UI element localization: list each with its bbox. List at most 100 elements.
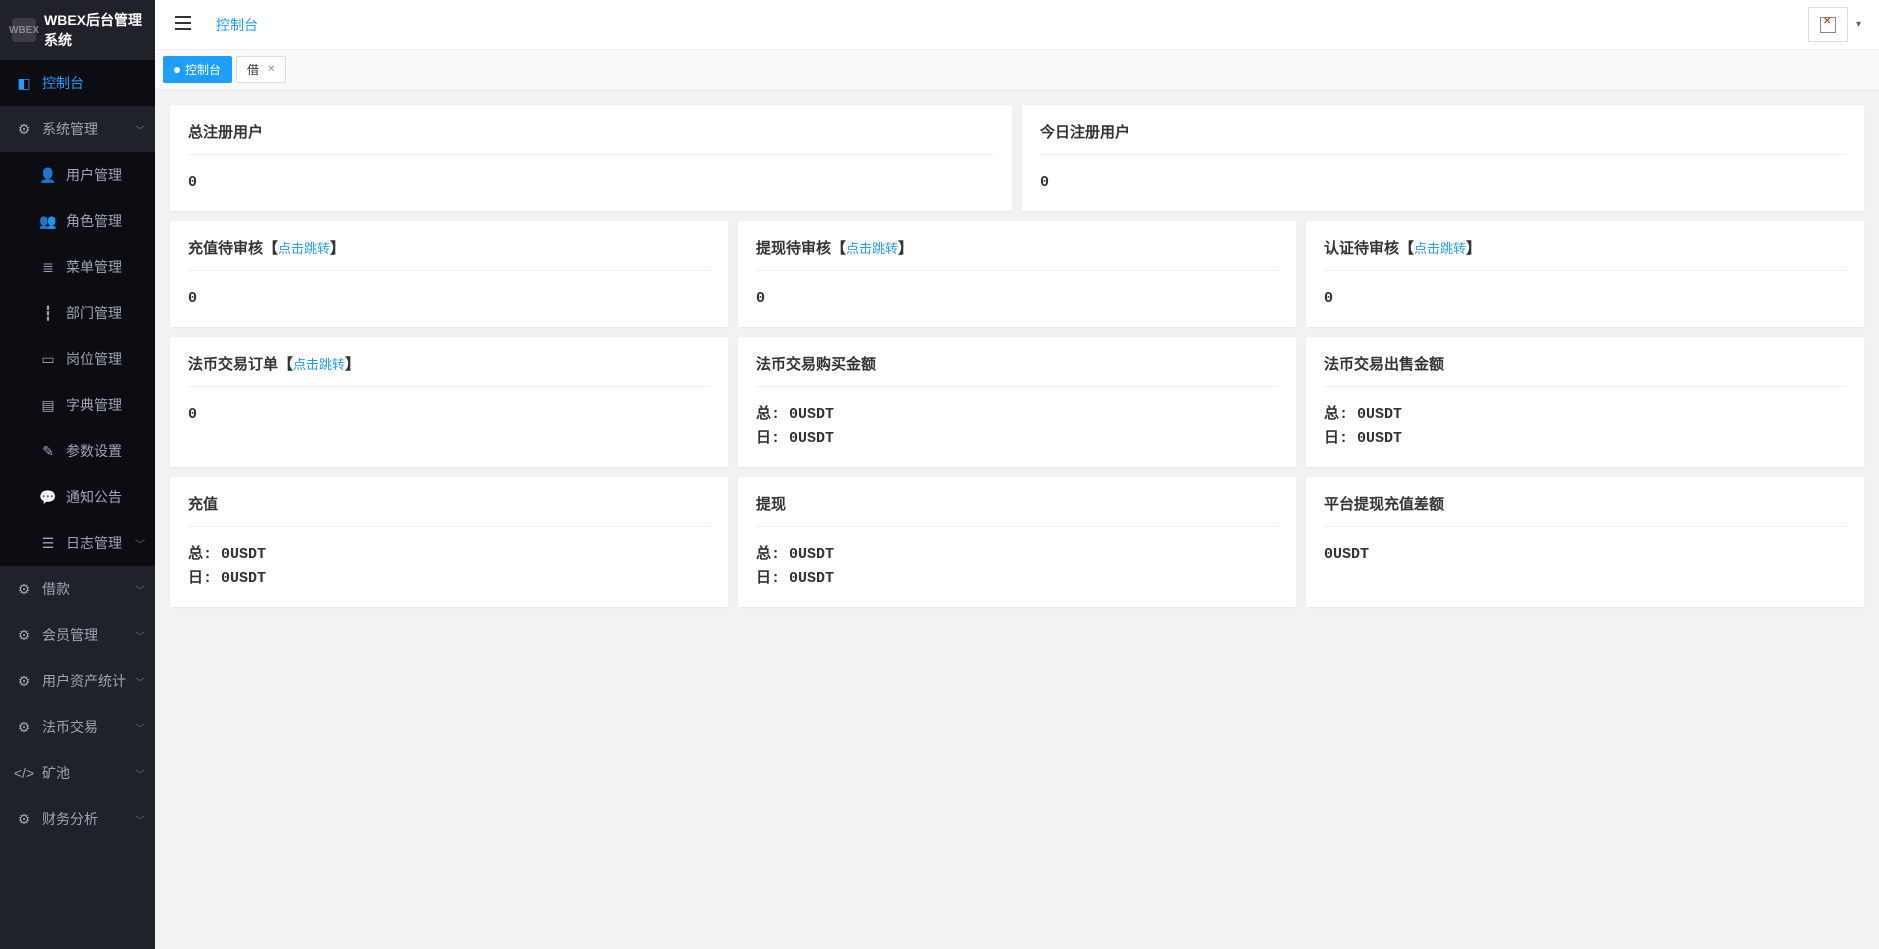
jump-link[interactable]: 点击跳转 [293, 357, 345, 372]
card-value: 总: 0USDT 日: 0USDT [756, 543, 1278, 591]
value-line: 总: 0USDT [1324, 403, 1846, 427]
user-avatar[interactable] [1808, 7, 1848, 42]
sitemap-icon: ┇ [40, 305, 56, 322]
main-area: 控制台 ▾ 控制台 借 ✕ 总注册用户 [155, 0, 1879, 949]
card-title-text: 认证待审核 [1324, 240, 1399, 257]
code-icon: </> [16, 765, 32, 781]
card-fiat-sell: 法币交易出售金额 总: 0USDT 日: 0USDT [1306, 337, 1864, 467]
dashboard-row-2: 充值待审核【点击跳转】 0 提现待审核【点击跳转】 0 认证待审核【点击跳转】 … [170, 221, 1864, 327]
bracket: 【 [278, 356, 293, 373]
jump-link[interactable]: 点击跳转 [846, 241, 898, 256]
sidebar-menu: ◧ 控制台 ⚙ 系统管理 ﹀ 👤 用户管理 👥 角色管理 ≣ 菜单管理 ┇ [0, 60, 155, 949]
app-logo: WBEX WBEX后台管理系统 [0, 0, 155, 60]
sidebar-toggle-button[interactable] [165, 10, 201, 39]
jump-link[interactable]: 点击跳转 [1414, 241, 1466, 256]
bracket: 】 [330, 240, 345, 257]
id-icon: ▭ [40, 351, 56, 368]
dashboard-row-1: 总注册用户 0 今日注册用户 0 [170, 105, 1864, 211]
sidebar-item-label: 菜单管理 [66, 257, 122, 277]
value-line: 日: 0USDT [756, 427, 1278, 451]
card-value: 0 [188, 287, 710, 311]
sidebar-item-label: 财务分析 [42, 809, 98, 829]
chevron-down-icon: ﹀ [135, 812, 145, 827]
card-value: 0 [188, 171, 994, 195]
value-line: 0 [188, 403, 710, 427]
close-icon[interactable]: ✕ [267, 64, 275, 75]
sidebar-item-system[interactable]: ⚙ 系统管理 ﹀ [0, 106, 155, 152]
sidebar-item-label: 角色管理 [66, 211, 122, 231]
sidebar-item-pool[interactable]: </> 矿池 ﹀ [0, 750, 155, 796]
bracket: 【 [1399, 240, 1414, 257]
sidebar-item-dict[interactable]: ▤ 字典管理 [0, 382, 155, 428]
jump-link[interactable]: 点击跳转 [278, 241, 330, 256]
card-today-users: 今日注册用户 0 [1022, 105, 1864, 211]
sidebar-item-dept[interactable]: ┇ 部门管理 [0, 290, 155, 336]
card-title: 法币交易购买金额 [756, 353, 1278, 387]
value-line: 总: 0USDT [188, 543, 710, 567]
gear-icon: ⚙ [16, 673, 32, 690]
chevron-down-icon: ﹀ [135, 536, 145, 551]
card-fiat-buy: 法币交易购买金额 总: 0USDT 日: 0USDT [738, 337, 1296, 467]
bracket: 【 [831, 240, 846, 257]
chevron-down-icon: ﹀ [135, 674, 145, 689]
chevron-down-icon: ﹀ [135, 766, 145, 781]
gear-icon: ⚙ [16, 719, 32, 736]
card-title: 充值 [188, 493, 710, 527]
sidebar-item-asset[interactable]: ⚙ 用户资产统计 ﹀ [0, 658, 155, 704]
tab-active-dot-icon [174, 67, 180, 73]
dashboard-row-4: 充值 总: 0USDT 日: 0USDT 提现 总: 0USDT 日: 0USD… [170, 477, 1864, 607]
sidebar-item-label: 用户管理 [66, 165, 122, 185]
card-value: 总: 0USDT 日: 0USDT [756, 403, 1278, 451]
chevron-down-icon: ﹀ [135, 582, 145, 597]
card-total-users: 总注册用户 0 [170, 105, 1012, 211]
book-icon: ▤ [40, 397, 56, 414]
sidebar-item-user[interactable]: 👤 用户管理 [0, 152, 155, 198]
sidebar-item-param[interactable]: ✎ 参数设置 [0, 428, 155, 474]
sidebar-item-fiat[interactable]: ⚙ 法币交易 ﹀ [0, 704, 155, 750]
card-value: 0USDT [1324, 543, 1846, 567]
bracket: 】 [345, 356, 360, 373]
value-line: 总: 0USDT [756, 403, 1278, 427]
card-title-text: 法币交易订单 [188, 356, 278, 373]
file-icon: ☰ [40, 535, 56, 552]
card-title-text: 提现待审核 [756, 240, 831, 257]
sidebar-item-post[interactable]: ▭ 岗位管理 [0, 336, 155, 382]
card-title: 认证待审核【点击跳转】 [1324, 237, 1846, 271]
card-deposit: 充值 总: 0USDT 日: 0USDT [170, 477, 728, 607]
value-line: 日: 0USDT [1324, 427, 1846, 451]
tab-label: 借 [247, 61, 259, 78]
sidebar-item-label: 系统管理 [42, 119, 98, 139]
gear-icon: ⚙ [16, 811, 32, 828]
sidebar: WBEX WBEX后台管理系统 ◧ 控制台 ⚙ 系统管理 ﹀ 👤 用户管理 👥 … [0, 0, 155, 949]
tab-console[interactable]: 控制台 [163, 56, 232, 83]
card-title: 总注册用户 [188, 121, 994, 155]
sidebar-item-label: 用户资产统计 [42, 671, 126, 691]
sidebar-item-notice[interactable]: 💬 通知公告 [0, 474, 155, 520]
content: 总注册用户 0 今日注册用户 0 充值待审核【点击跳转】 0 [155, 90, 1879, 949]
breadcrumb-link[interactable]: 控制台 [216, 17, 258, 33]
sidebar-item-finance[interactable]: ⚙ 财务分析 ﹀ [0, 796, 155, 842]
sidebar-item-label: 日志管理 [66, 533, 122, 553]
sidebar-item-role[interactable]: 👥 角色管理 [0, 198, 155, 244]
sidebar-item-loan[interactable]: ⚙ 借款 ﹀ [0, 566, 155, 612]
card-fiat-orders: 法币交易订单【点击跳转】 0 [170, 337, 728, 467]
sidebar-item-member[interactable]: ⚙ 会员管理 ﹀ [0, 612, 155, 658]
sidebar-item-console[interactable]: ◧ 控制台 [0, 60, 155, 106]
sidebar-item-log[interactable]: ☰ 日志管理 ﹀ [0, 520, 155, 566]
dashboard-row-3: 法币交易订单【点击跳转】 0 法币交易购买金额 总: 0USDT 日: 0USD… [170, 337, 1864, 467]
tab-loan[interactable]: 借 ✕ [236, 56, 286, 83]
breadcrumb: 控制台 [216, 15, 258, 35]
gear-icon: ⚙ [16, 581, 32, 598]
chat-icon: 💬 [40, 489, 56, 506]
user-dropdown-arrow[interactable]: ▾ [1856, 19, 1861, 30]
card-value: 0 [1040, 171, 1846, 195]
card-value: 0 [756, 287, 1278, 311]
tab-label: 控制台 [185, 61, 221, 78]
bracket: 【 [263, 240, 278, 257]
header-right: ▾ [1808, 7, 1869, 42]
sidebar-item-menu[interactable]: ≣ 菜单管理 [0, 244, 155, 290]
chevron-down-icon: ﹀ [135, 122, 145, 137]
card-title: 法币交易订单【点击跳转】 [188, 353, 710, 387]
card-title: 今日注册用户 [1040, 121, 1846, 155]
sidebar-item-label: 字典管理 [66, 395, 122, 415]
